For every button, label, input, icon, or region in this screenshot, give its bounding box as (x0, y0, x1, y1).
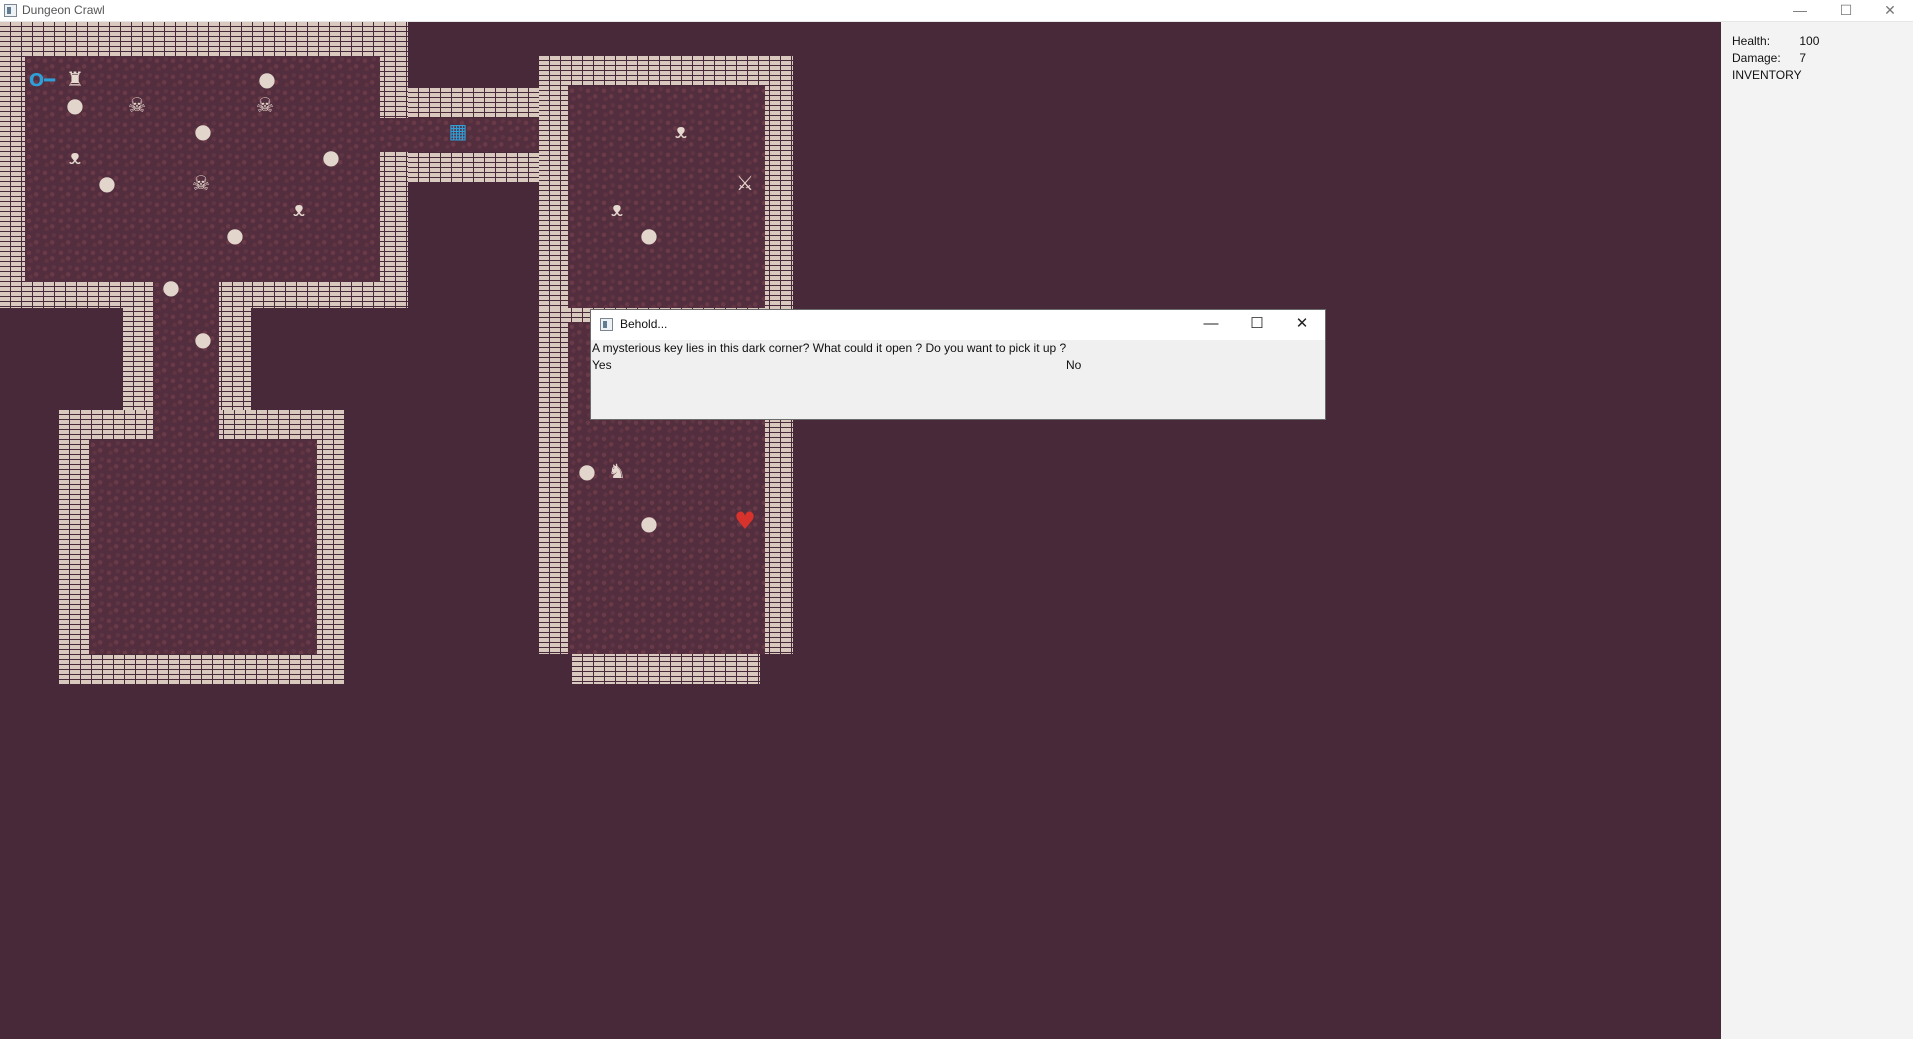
window-titlebar: Dungeon Crawl — ☐ ✕ (0, 0, 1913, 22)
yes-button[interactable]: Yes (592, 358, 612, 372)
bomb-item[interactable]: ● (636, 222, 662, 248)
minimize-button[interactable]: — (1777, 0, 1823, 22)
damage-value: 7 (1799, 51, 1807, 65)
bomb-item[interactable]: ● (318, 144, 344, 170)
game-map[interactable]: O━ ♜ ● ● ☠ ☠ ● ᴥ ● ● ☠ ᴥ ● ▦ ● ● ᴥ ⚔ ᴥ ●… (0, 22, 1721, 1039)
heart-item[interactable]: ♥ (732, 508, 758, 534)
damage-row: Damage: 7 (1732, 51, 1806, 65)
health-value: 100 (1799, 34, 1820, 48)
bomb-item[interactable]: ● (94, 170, 120, 196)
bat-enemy[interactable]: ᴥ (62, 144, 88, 170)
dialog-title: Behold... (620, 317, 668, 331)
window-title: Dungeon Crawl (22, 3, 105, 17)
bomb-item[interactable]: ● (574, 458, 600, 484)
skeleton-enemy[interactable]: ☠ (124, 92, 150, 118)
bat-enemy[interactable]: ᴥ (286, 196, 312, 222)
dialog-titlebar[interactable]: Behold... — ☐ ✕ (591, 310, 1325, 340)
dialog-maximize-button[interactable]: ☐ (1234, 310, 1280, 340)
dialog-close-button[interactable]: ✕ (1279, 310, 1325, 340)
skeleton-enemy[interactable]: ☠ (252, 92, 278, 118)
health-row: Health: 100 (1732, 34, 1819, 48)
app-icon (4, 4, 17, 17)
dialog-app-icon (600, 318, 613, 331)
bomb-item[interactable]: ● (158, 274, 184, 300)
bomb-item[interactable]: ● (190, 326, 216, 352)
skeleton-enemy[interactable]: ☠ (188, 170, 214, 196)
side-panel: Health: 100 Damage: 7 INVENTORY (1721, 22, 1913, 1039)
corridor-floor (153, 280, 219, 425)
room-floor (89, 440, 317, 654)
locked-gate[interactable]: ▦ (445, 118, 471, 144)
bomb-item[interactable]: ● (636, 510, 662, 536)
no-button[interactable]: No (1066, 358, 1081, 372)
key-item[interactable]: O━ (26, 68, 58, 94)
dialog-message: A mysterious key lies in this dark corne… (592, 341, 1067, 355)
maximize-button[interactable]: ☐ (1823, 0, 1869, 22)
damage-label: Damage: (1732, 51, 1781, 65)
pickup-dialog: Behold... — ☐ ✕ A mysterious key lies in… (590, 309, 1326, 420)
room-floor (568, 86, 765, 308)
player-character[interactable]: ♜ (62, 66, 88, 92)
dialog-minimize-button[interactable]: — (1188, 310, 1234, 340)
corridor-floor (153, 408, 219, 442)
bomb-item[interactable]: ● (190, 118, 216, 144)
bat-enemy[interactable]: ᴥ (668, 118, 694, 144)
health-label: Health: (1732, 34, 1771, 48)
inventory-label: INVENTORY (1732, 68, 1802, 82)
cat-enemy[interactable]: ♞ (604, 458, 630, 484)
bomb-item[interactable]: ● (62, 92, 88, 118)
sword-item[interactable]: ⚔ (732, 170, 758, 196)
bat-enemy[interactable]: ᴥ (604, 196, 630, 222)
bomb-item[interactable]: ● (222, 222, 248, 248)
bomb-item[interactable]: ● (254, 66, 280, 92)
close-button[interactable]: ✕ (1867, 0, 1913, 22)
